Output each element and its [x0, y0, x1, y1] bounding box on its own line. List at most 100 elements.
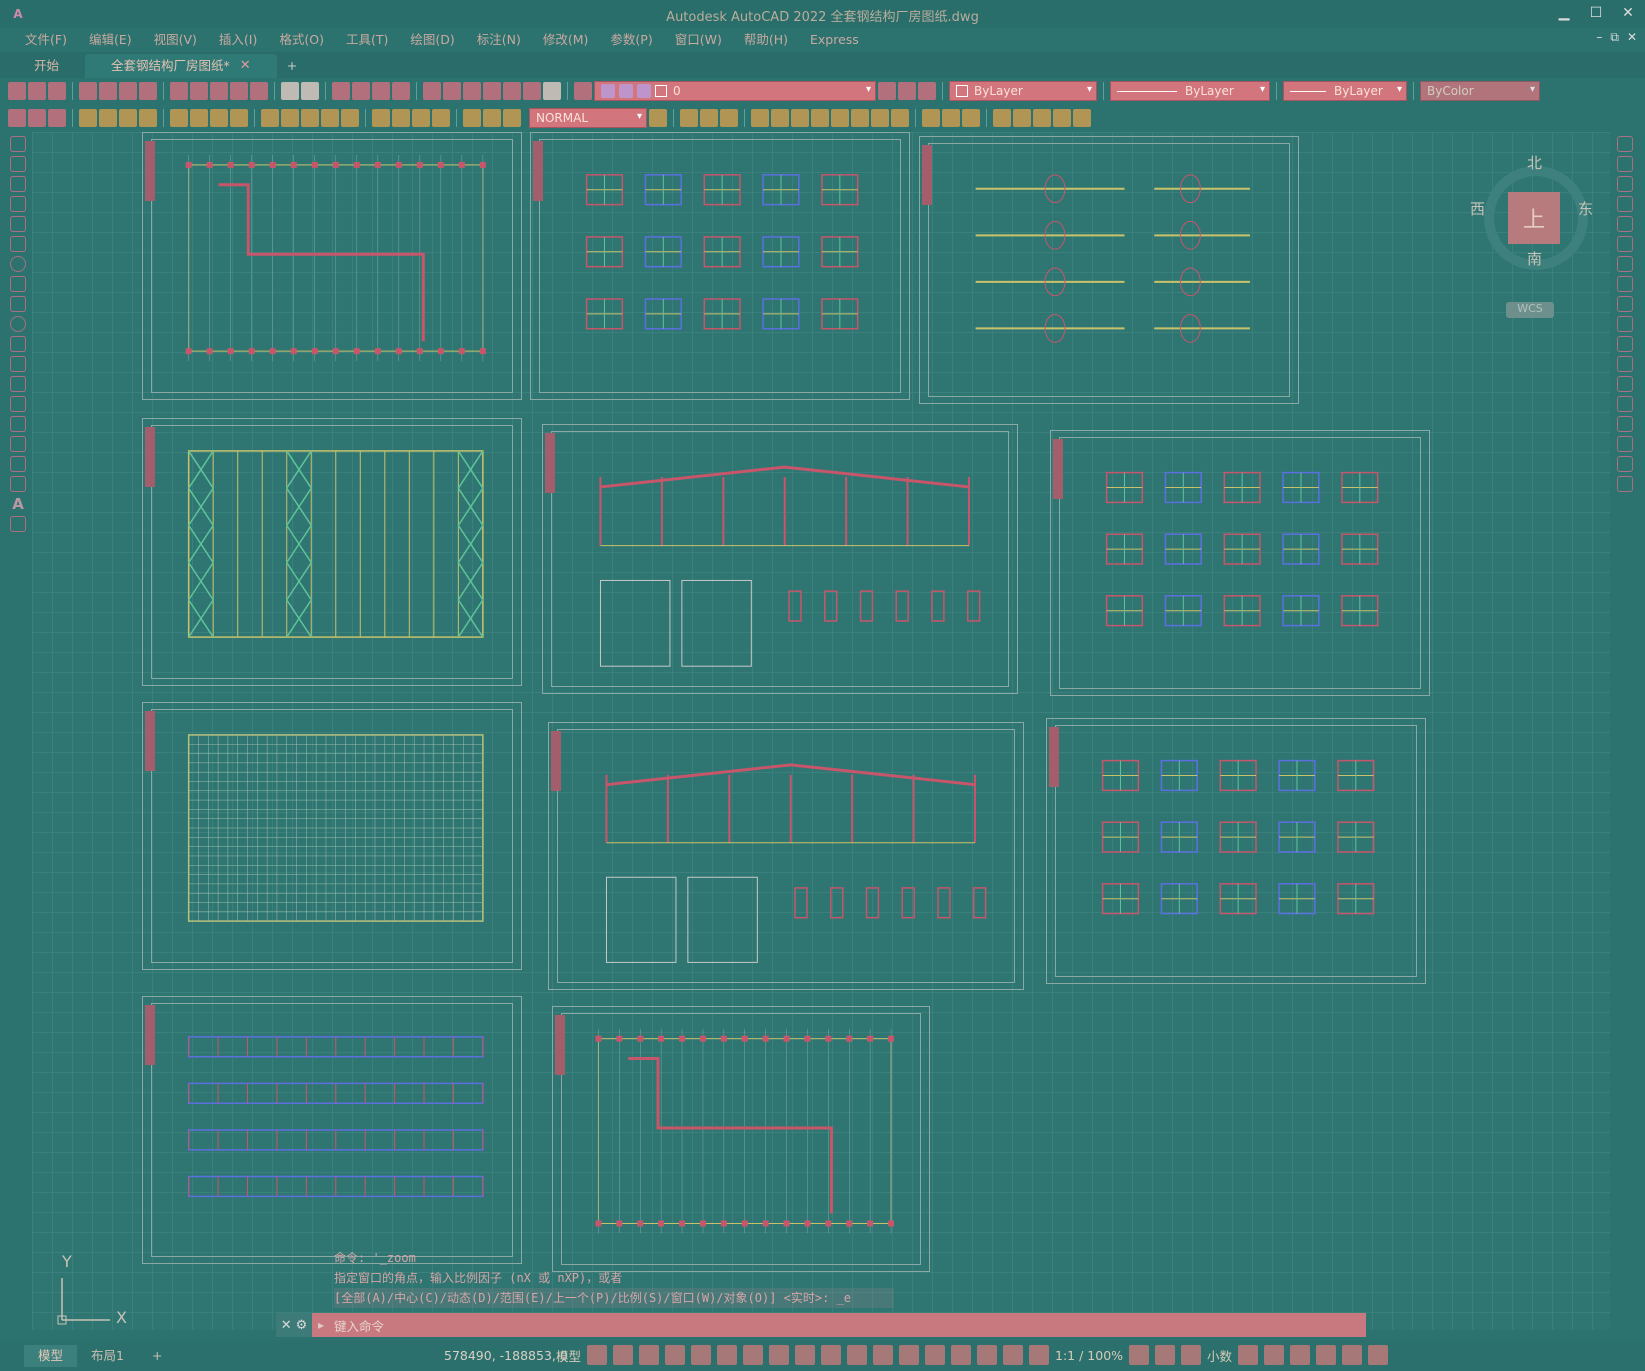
tolerance-icon[interactable] [372, 109, 390, 127]
customization-menu-icon[interactable] [1368, 1345, 1389, 1365]
3d-print-icon[interactable] [139, 82, 157, 100]
gizmo-icon[interactable] [977, 1345, 998, 1365]
menu-modify[interactable]: 修改(M) [532, 28, 600, 52]
visual-style-dropdown[interactable]: NORMAL ▾ [529, 108, 647, 128]
viewcube-south[interactable]: 南 [1527, 248, 1542, 269]
join-icon[interactable] [1617, 396, 1633, 412]
modify-mirror-icon[interactable] [700, 109, 718, 127]
diameter-icon[interactable] [210, 109, 228, 127]
tab-start[interactable]: 开始 [8, 54, 85, 78]
plot-icon[interactable] [79, 82, 97, 100]
explode-icon[interactable] [1617, 476, 1633, 492]
ortho-icon[interactable] [691, 1345, 712, 1365]
modify-scale-icon[interactable] [811, 109, 829, 127]
command-close-customize[interactable]: ✕ ⚙ [276, 1313, 312, 1337]
erase-icon[interactable] [1617, 136, 1633, 152]
ellipse-icon[interactable] [10, 316, 26, 332]
match-properties-icon[interactable] [230, 82, 248, 100]
wrench-icon[interactable]: ⚙ [296, 1318, 308, 1333]
hatch-icon[interactable] [10, 416, 26, 432]
modify-attedit-icon[interactable] [1053, 109, 1071, 127]
quick-properties-icon[interactable] [1238, 1345, 1259, 1365]
viewcube-top-face[interactable]: 上 [1508, 192, 1560, 244]
plotstyle-dropdown[interactable]: ByColor ▾ [1420, 81, 1540, 101]
close-button[interactable]: ✕ [1617, 2, 1639, 24]
doc-close-button[interactable]: ✕ [1627, 30, 1637, 45]
arc-icon[interactable] [10, 236, 26, 252]
viewcube-east[interactable]: 东 [1578, 198, 1593, 219]
move-icon[interactable] [1617, 236, 1633, 252]
line-icon[interactable] [10, 136, 26, 152]
wcs-menu[interactable]: WCS [1506, 302, 1554, 318]
table-icon[interactable] [10, 476, 26, 492]
radius-icon[interactable] [170, 109, 188, 127]
markup-icon[interactable] [503, 82, 521, 100]
dim-style-icon[interactable] [649, 109, 667, 127]
polar-icon[interactable] [717, 1345, 738, 1365]
region-icon[interactable] [10, 456, 26, 472]
3d-osnap-icon[interactable] [899, 1345, 920, 1365]
design-center-icon[interactable] [443, 82, 461, 100]
calculator-icon[interactable] [523, 82, 541, 100]
drawing-sheet[interactable] [142, 418, 522, 686]
rectangle-icon[interactable] [10, 216, 26, 232]
menu-window[interactable]: 窗口(W) [664, 28, 733, 52]
menu-insert[interactable]: 插入(I) [208, 28, 268, 52]
stretch-icon[interactable] [1617, 296, 1633, 312]
chamfer-icon[interactable] [1617, 416, 1633, 432]
modify-rotate-icon[interactable] [791, 109, 809, 127]
clean-screen-icon[interactable] [1342, 1345, 1363, 1365]
viewcube-west[interactable]: 西 [1470, 198, 1485, 219]
quick-dim-icon[interactable] [261, 109, 279, 127]
infer-constraints-icon[interactable] [639, 1345, 660, 1365]
modify-explode-icon[interactable] [993, 109, 1011, 127]
pan-icon[interactable] [332, 82, 350, 100]
drawing-sheet[interactable] [548, 722, 1024, 990]
make-current-icon[interactable] [878, 82, 896, 100]
modify-trim-icon[interactable] [851, 109, 869, 127]
menu-file[interactable]: 文件(F) [14, 28, 78, 52]
save-icon[interactable] [48, 82, 66, 100]
selection-filter-icon[interactable] [951, 1345, 972, 1365]
copy-icon[interactable] [190, 82, 208, 100]
modify-array-icon[interactable] [751, 109, 769, 127]
copy-object-icon[interactable] [1617, 156, 1633, 172]
close-tab-icon[interactable]: ✕ [240, 54, 251, 78]
jogged-icon[interactable] [190, 109, 208, 127]
modify-pedit-icon[interactable] [1013, 109, 1031, 127]
tab-layout1[interactable]: 布局1 [77, 1345, 138, 1367]
drawing-sheet[interactable] [919, 136, 1299, 404]
model-space-button[interactable]: 模型 [556, 1346, 581, 1365]
gradient-icon[interactable] [10, 436, 26, 452]
drawing-sheet[interactable] [142, 702, 522, 970]
modify-block-icon[interactable] [1073, 109, 1091, 127]
drawing-sheet[interactable] [1050, 430, 1430, 696]
cut-icon[interactable] [170, 82, 188, 100]
paste-icon[interactable] [210, 82, 228, 100]
new-file-icon[interactable] [8, 82, 26, 100]
extend-icon[interactable] [1617, 336, 1633, 352]
lineweight-icon[interactable] [821, 1345, 842, 1365]
menu-edit[interactable]: 编辑(E) [78, 28, 143, 52]
snap-icon[interactable] [613, 1345, 634, 1365]
circle-icon[interactable] [10, 256, 26, 272]
lineweight-dropdown[interactable]: ByLayer ▾ [1283, 81, 1407, 101]
drawing-sheet[interactable] [552, 1006, 930, 1272]
redo-icon[interactable] [301, 82, 319, 100]
menu-parametric[interactable]: 参数(P) [599, 28, 663, 52]
arc-length-icon[interactable] [119, 109, 137, 127]
maximize-button[interactable]: ☐ [1585, 2, 1607, 24]
linetype-dropdown[interactable]: ByLayer ▾ [1110, 81, 1270, 101]
autocad-logo-icon[interactable]: A [0, 0, 36, 28]
dynamic-input-icon[interactable] [665, 1345, 686, 1365]
hardware-acceleration-icon[interactable] [1316, 1345, 1337, 1365]
selection-cycling-icon[interactable] [873, 1345, 894, 1365]
jogged-linear-icon[interactable] [432, 109, 450, 127]
annotation-monitor-icon[interactable] [1155, 1345, 1176, 1365]
object-snap-icon[interactable] [795, 1345, 816, 1365]
zoom-realtime-icon[interactable] [352, 82, 370, 100]
preview-icon[interactable] [99, 82, 117, 100]
linear-dim-icon[interactable] [79, 109, 97, 127]
menu-draw[interactable]: 绘图(D) [399, 28, 465, 52]
inspect-icon[interactable] [412, 109, 430, 127]
